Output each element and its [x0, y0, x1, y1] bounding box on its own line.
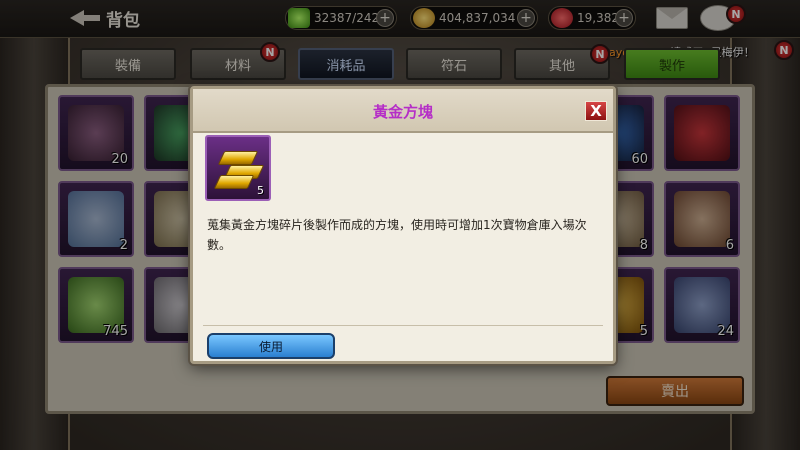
item-description: 蒐集黃金方塊碎片後製作而成的方塊，使用時可增加1次寶物倉庫入場次數。: [207, 218, 587, 252]
gold-cube-icon: 5: [205, 135, 271, 201]
dialog-divider: [203, 325, 603, 326]
gold-bar-shape: [217, 151, 259, 165]
dialog-header: 黃金方塊 X: [193, 89, 613, 133]
close-button[interactable]: X: [585, 101, 607, 121]
dialog-title: 黃金方塊: [372, 103, 433, 121]
item-detail-dialog: 黃金方塊 X 5 蒐集黃金方塊碎片後製作而成的方塊，使用時可增加1次寶物倉庫入場…: [190, 86, 616, 364]
item-quantity: 5: [257, 184, 264, 197]
use-button[interactable]: 使用: [207, 333, 335, 359]
gold-bar-shape: [213, 175, 255, 189]
